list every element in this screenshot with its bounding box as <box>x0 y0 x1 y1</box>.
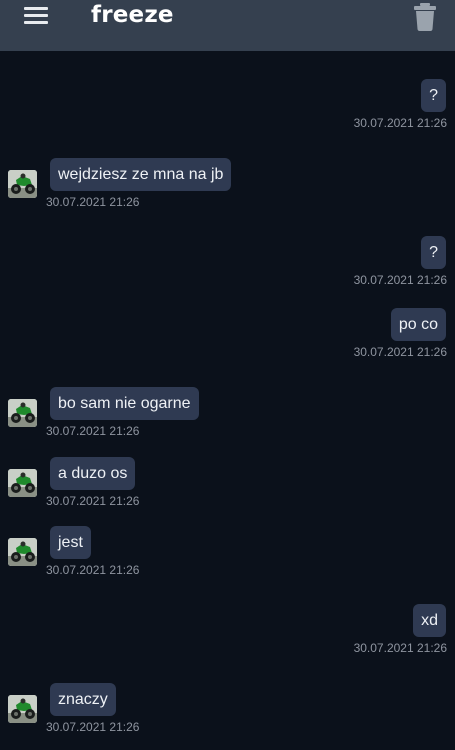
message-outgoing: xd 30.07.2021 21:26 <box>0 604 455 660</box>
message-bubble[interactable]: bo sam nie ogarne <box>50 387 199 420</box>
message-timestamp: 30.07.2021 21:26 <box>353 116 447 130</box>
message-bubble[interactable]: jest <box>50 526 91 559</box>
avatar[interactable] <box>8 399 37 427</box>
message-bubble[interactable]: znaczy <box>50 683 116 716</box>
avatar[interactable] <box>8 469 37 497</box>
message-list[interactable]: ? 30.07.2021 21:26 wejdziesz ze mna na j… <box>0 51 455 750</box>
message-outgoing: po co 30.07.2021 21:26 <box>0 308 455 364</box>
message-bubble[interactable]: xd <box>413 604 446 637</box>
top-bar: freeze <box>0 0 455 51</box>
message-timestamp: 30.07.2021 21:26 <box>353 641 447 655</box>
message-timestamp: 30.07.2021 21:26 <box>46 720 140 734</box>
message-timestamp: 30.07.2021 21:26 <box>353 273 447 287</box>
message-timestamp: 30.07.2021 21:26 <box>46 424 140 438</box>
message-timestamp: 30.07.2021 21:26 <box>46 195 140 209</box>
message-outgoing: ? 30.07.2021 21:26 <box>0 236 455 292</box>
avatar[interactable] <box>8 170 37 198</box>
avatar[interactable] <box>8 538 37 566</box>
message-incoming: a duzo os 30.07.2021 21:26 <box>0 457 455 513</box>
message-incoming: jest 30.07.2021 21:26 <box>0 526 455 582</box>
trash-icon[interactable] <box>413 3 437 31</box>
message-incoming: bo sam nie ogarne 30.07.2021 21:26 <box>0 387 455 443</box>
message-outgoing: ? 30.07.2021 21:26 <box>0 79 455 135</box>
message-bubble[interactable]: ? <box>421 236 446 269</box>
message-incoming: znaczy 30.07.2021 21:26 <box>0 683 455 739</box>
message-bubble[interactable]: wejdziesz ze mna na jb <box>50 158 232 191</box>
message-incoming: wejdziesz ze mna na jb 30.07.2021 21:26 <box>0 158 455 214</box>
message-bubble[interactable]: po co <box>390 308 446 341</box>
hamburger-menu-icon[interactable] <box>24 7 48 25</box>
chat-title: freeze <box>91 2 174 28</box>
message-timestamp: 30.07.2021 21:26 <box>46 563 140 577</box>
message-bubble[interactable]: ? <box>421 79 446 112</box>
message-bubble[interactable]: a duzo os <box>50 457 136 490</box>
avatar[interactable] <box>8 695 37 723</box>
message-timestamp: 30.07.2021 21:26 <box>353 345 447 359</box>
message-timestamp: 30.07.2021 21:26 <box>46 494 140 508</box>
